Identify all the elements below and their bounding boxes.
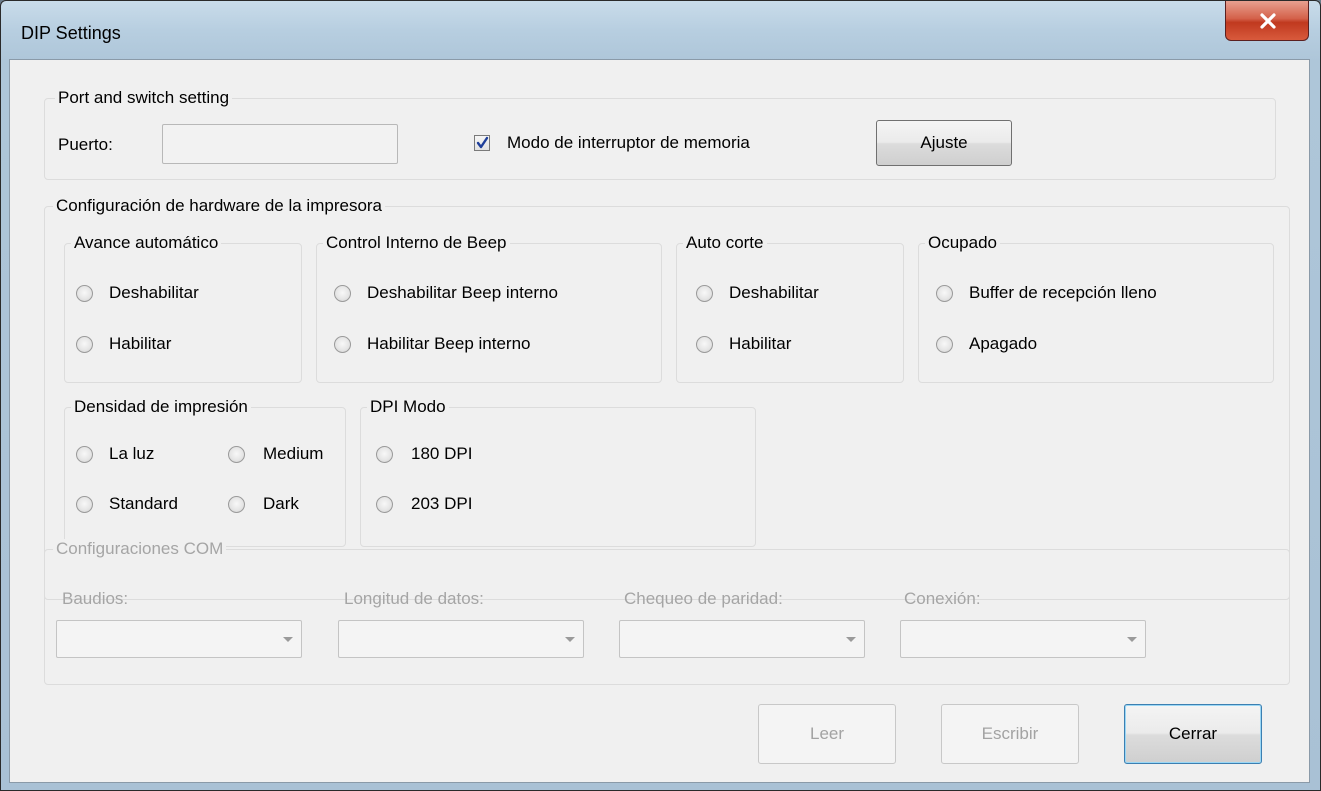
chevron-down-icon bbox=[565, 637, 575, 642]
data-length-label: Longitud de datos: bbox=[344, 589, 484, 608]
density-light-radio[interactable] bbox=[76, 446, 93, 463]
dpi-203-radio[interactable] bbox=[376, 496, 393, 513]
auto-cut-group: Auto corte bbox=[676, 233, 904, 383]
beep-disable-label: Deshabilitar Beep interno bbox=[367, 283, 558, 302]
auto-feed-enable-radio[interactable] bbox=[76, 336, 93, 353]
beep-disable-radio[interactable] bbox=[334, 285, 351, 302]
busy-off-radio[interactable] bbox=[936, 336, 953, 353]
density-dark-radio[interactable] bbox=[228, 496, 245, 513]
beep-enable-radio[interactable] bbox=[334, 336, 351, 353]
density-standard-label: Standard bbox=[109, 494, 178, 513]
connection-select[interactable] bbox=[900, 620, 1146, 658]
chevron-down-icon bbox=[283, 637, 293, 642]
busy-buffer-full-radio[interactable] bbox=[936, 285, 953, 302]
window-title: DIP Settings bbox=[21, 23, 121, 43]
beep-enable-label: Habilitar Beep interno bbox=[367, 334, 531, 353]
com-config-group: Configuraciones COM bbox=[44, 539, 1290, 685]
memory-switch-checkbox[interactable] bbox=[474, 135, 490, 151]
close-button[interactable]: Cerrar bbox=[1124, 704, 1262, 764]
density-medium-radio[interactable] bbox=[228, 446, 245, 463]
port-field[interactable] bbox=[162, 124, 398, 164]
dpi-180-label: 180 DPI bbox=[411, 444, 473, 463]
print-density-group: Densidad de impresión bbox=[64, 397, 346, 547]
title-bar[interactable]: DIP Settings bbox=[1, 1, 1320, 59]
dialog-client-area: Port and switch setting Puerto: Modo de … bbox=[9, 59, 1310, 783]
auto-feed-disable-radio[interactable] bbox=[76, 285, 93, 302]
data-length-select[interactable] bbox=[338, 620, 584, 658]
read-button[interactable]: Leer bbox=[758, 704, 896, 764]
hardware-config-legend: Configuración de hardware de la impresor… bbox=[53, 196, 386, 216]
beep-control-legend: Control Interno de Beep bbox=[323, 233, 510, 253]
port-switch-legend: Port and switch setting bbox=[55, 88, 233, 108]
busy-legend: Ocupado bbox=[925, 233, 1000, 253]
dpi-180-radio[interactable] bbox=[376, 446, 393, 463]
auto-cut-disable-label: Deshabilitar bbox=[729, 283, 819, 302]
auto-feed-disable-label: Deshabilitar bbox=[109, 283, 199, 302]
parity-select[interactable] bbox=[619, 620, 865, 658]
density-light-label: La luz bbox=[109, 444, 155, 463]
busy-group: Ocupado bbox=[918, 233, 1274, 383]
print-density-legend: Densidad de impresión bbox=[71, 397, 251, 417]
parity-label: Chequeo de paridad: bbox=[624, 589, 783, 608]
dpi-mode-legend: DPI Modo bbox=[367, 397, 449, 417]
auto-cut-disable-radio[interactable] bbox=[696, 285, 713, 302]
density-dark-label: Dark bbox=[263, 494, 299, 513]
write-button[interactable]: Escribir bbox=[941, 704, 1079, 764]
checkmark-icon bbox=[476, 136, 489, 149]
com-config-legend: Configuraciones COM bbox=[53, 539, 227, 559]
close-window-button[interactable] bbox=[1225, 1, 1309, 41]
busy-off-label: Apagado bbox=[969, 334, 1038, 353]
dpi-mode-group: DPI Modo bbox=[360, 397, 756, 547]
density-standard-radio[interactable] bbox=[76, 496, 93, 513]
baud-label: Baudios: bbox=[62, 589, 129, 608]
connection-label: Conexión: bbox=[904, 589, 981, 608]
density-medium-label: Medium bbox=[263, 444, 324, 463]
chevron-down-icon bbox=[1127, 637, 1137, 642]
auto-feed-legend: Avance automático bbox=[71, 233, 222, 253]
memory-switch-label: Modo de interruptor de memoria bbox=[507, 133, 750, 152]
chevron-down-icon bbox=[846, 637, 856, 642]
close-icon bbox=[1260, 13, 1276, 29]
adjust-button[interactable]: Ajuste bbox=[876, 120, 1012, 166]
auto-feed-group: Avance automático bbox=[64, 233, 302, 383]
auto-cut-legend: Auto corte bbox=[683, 233, 767, 253]
dip-settings-window: DIP Settings Port and switch setting Pue… bbox=[0, 0, 1321, 791]
auto-feed-enable-label: Habilitar bbox=[109, 334, 172, 353]
port-label: Puerto: bbox=[58, 135, 113, 154]
baud-select[interactable] bbox=[56, 620, 302, 658]
beep-control-group: Control Interno de Beep bbox=[316, 233, 662, 383]
auto-cut-enable-radio[interactable] bbox=[696, 336, 713, 353]
dpi-203-label: 203 DPI bbox=[411, 494, 473, 513]
auto-cut-enable-label: Habilitar bbox=[729, 334, 792, 353]
busy-buffer-full-label: Buffer de recepción lleno bbox=[969, 283, 1157, 302]
